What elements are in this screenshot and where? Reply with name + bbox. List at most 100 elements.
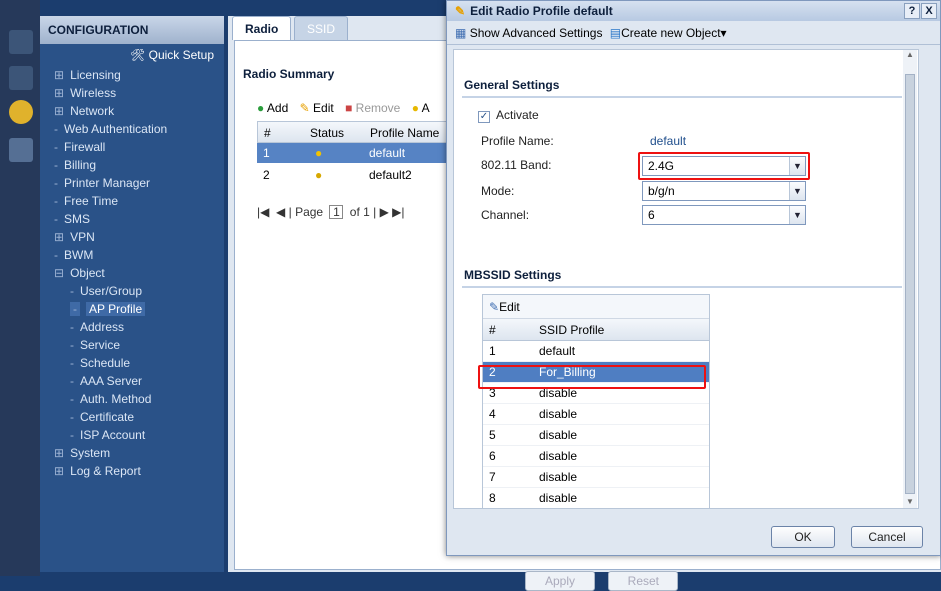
nav-prefix-icon: - [70,428,74,442]
nav-item-sms[interactable]: - SMS [40,210,224,228]
nav-item-free-time[interactable]: - Free Time [40,192,224,210]
scroll-thumb[interactable] [905,74,915,494]
nav-prefix-icon: - [54,176,58,190]
tab-ssid[interactable]: SSID [294,16,349,40]
nav-item-service[interactable]: - Service [40,336,224,354]
row-number: 5 [489,428,496,442]
nav-item-wireless[interactable]: ⊞ Wireless [40,84,224,102]
row-number: 1 [489,344,496,358]
nav-prefix-icon: - [54,194,58,208]
nav-item-object[interactable]: ⊟ Object [40,264,224,282]
table-row[interactable]: 8 disable [483,488,709,508]
channel-select[interactable]: 6 ▼ [642,205,806,225]
monitor-icon[interactable] [9,66,33,90]
nav-item-licensing[interactable]: ⊞ Licensing [40,66,224,84]
row-number: 6 [489,449,496,463]
pager: |◀ ◀ | Page 1 of 1 | ▶ ▶| [257,205,405,219]
new-object-icon: ▤ [609,26,622,40]
mode-select[interactable]: b/g/n ▼ [642,181,806,201]
add-icon: ● [257,101,265,115]
first-page-icon[interactable]: |◀ [257,205,269,219]
nav-item-vpn[interactable]: ⊞ VPN [40,228,224,246]
create-new-object-button[interactable]: ▤Create new Object▾ [610,26,727,40]
dialog-title: Edit Radio Profile default [470,4,613,18]
prev-page-icon[interactable]: ◀ [276,205,285,219]
activate-button[interactable]: ● A [412,101,430,115]
nav-item-billing[interactable]: - Billing [40,156,224,174]
nav-prefix-icon: - [70,320,74,334]
nav-item-ap-profile[interactable]: - AP Profile [40,300,224,318]
nav-item-certificate[interactable]: - Certificate [40,408,224,426]
nav-item-label: Log & Report [70,464,141,478]
show-advanced-button[interactable]: ▦ Show Advanced Settings [455,26,602,40]
next-page-icon[interactable]: ▶ [380,205,389,219]
maintenance-icon[interactable] [9,138,33,162]
table-row[interactable]: 2 ● default2 [257,165,457,185]
status-bulb-icon: ● [315,146,323,160]
nav-item-user-group[interactable]: - User/Group [40,282,224,300]
quick-setup-link[interactable]: 🛠 Quick Setup [40,44,224,66]
table-row[interactable]: 5 disable [483,425,709,446]
nav-prefix-icon: - [70,284,74,298]
nav-item-network[interactable]: ⊞ Network [40,102,224,120]
nav-prefix-icon: ⊞ [54,86,65,100]
nav-item-address[interactable]: - Address [40,318,224,336]
page-number-input[interactable]: 1 [329,205,344,219]
nav-prefix-icon: ⊞ [54,446,65,460]
mbssid-edit-button[interactable]: ✎Edit [483,295,709,319]
nav-item-bwm[interactable]: - BWM [40,246,224,264]
nav-item-printer-manager[interactable]: - Printer Manager [40,174,224,192]
activate-checkbox[interactable]: ✓ Activate [478,108,539,123]
nav-prefix-icon: - [70,410,74,424]
nav-prefix-icon: - [70,392,74,406]
edit-radio-profile-dialog: ✎ Edit Radio Profile default ? X ▦ Show A… [446,0,941,556]
nav-item-isp-account[interactable]: - ISP Account [40,426,224,444]
configuration-gear-icon[interactable] [9,100,33,124]
nav-prefix-icon: - [54,248,58,262]
cancel-button[interactable]: Cancel [851,526,923,548]
add-button[interactable]: ● Add [257,101,288,115]
ssid-profile-cell: disable [539,449,578,463]
quick-setup-icon: 🛠 [130,48,149,62]
nav-item-label: Firewall [64,140,106,154]
summary-grid-header: # Status Profile Name [257,121,457,143]
nav-prefix-icon: - [54,158,58,172]
edit-icon: ✎ [299,101,310,115]
nav-item-firewall[interactable]: - Firewall [40,138,224,156]
table-row[interactable]: 1 default [483,341,709,362]
ok-button[interactable]: OK [771,526,835,548]
nav-item-auth-method[interactable]: - Auth. Method [40,390,224,408]
close-button[interactable]: X [921,3,937,19]
nav-item-label: Printer Manager [64,176,151,190]
nav-prefix-icon: - [54,122,58,136]
nav-item-system[interactable]: ⊞ System [40,444,224,462]
last-page-icon[interactable]: ▶| [392,205,404,219]
nav-item-label: Certificate [80,410,135,424]
nav-item-web-authentication[interactable]: - Web Authentication [40,120,224,138]
table-row[interactable]: 6 disable [483,446,709,467]
general-settings-title: General Settings [464,78,560,92]
mode-label: Mode: [481,184,515,198]
nav-item-aaa-server[interactable]: - AAA Server [40,372,224,390]
table-row[interactable]: 4 disable [483,404,709,425]
nav-prefix-icon: ⊞ [54,68,65,82]
nav-item-log-report[interactable]: ⊞ Log & Report [40,462,224,480]
reset-button[interactable]: Reset [608,571,679,591]
nav-item-schedule[interactable]: - Schedule [40,354,224,372]
scroll-down-icon[interactable]: ▼ [903,497,917,506]
table-row[interactable]: 1 ● default [257,143,457,163]
dashboard-icon[interactable] [9,30,33,54]
tab-radio[interactable]: Radio [232,16,292,40]
nav-item-label: Auth. Method [80,392,152,406]
bulb-icon: ● [411,101,419,115]
col-profile-name: Profile Name [370,126,440,140]
dialog-scrollbar[interactable]: ▲ ▼ [903,50,917,508]
apply-button[interactable]: Apply [525,571,595,591]
help-button[interactable]: ? [904,3,920,19]
scroll-up-icon[interactable]: ▲ [903,50,917,59]
mbssid-settings-title: MBSSID Settings [464,268,562,282]
table-row[interactable]: 7 disable [483,467,709,488]
edit-button[interactable]: ✎ Edit [300,101,334,115]
nav-item-label: Object [70,266,105,280]
remove-button[interactable]: ■ Remove [345,101,400,115]
